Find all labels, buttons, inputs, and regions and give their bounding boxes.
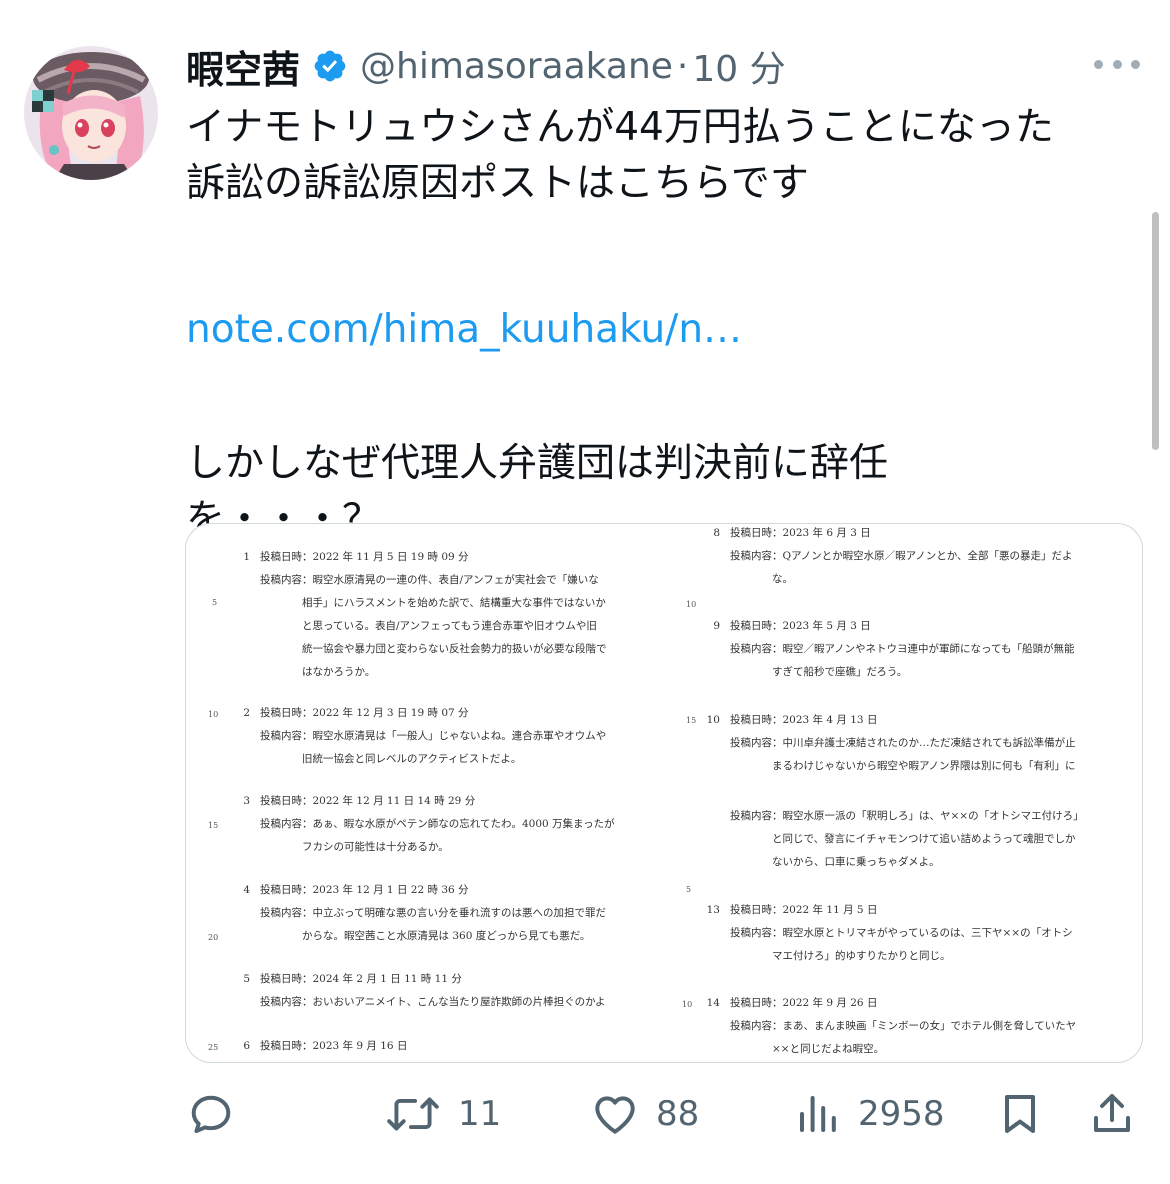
reply-button[interactable]	[186, 1082, 252, 1146]
bookmark-icon	[1005, 1095, 1035, 1133]
tweet-header: 暇空茜 @himasoraakane · 10 分	[186, 40, 786, 92]
tweet-action-bar: 11 88 2958	[0, 1082, 1170, 1146]
retweet-icon	[387, 1097, 439, 1131]
post-time[interactable]: 10 分	[692, 40, 785, 92]
tweet-text: イナモトリュウシさんが44万円払うことになった 訴訟の訴訟原因ポストはこちらです…	[186, 100, 1146, 548]
header-separator: ·	[676, 45, 689, 87]
document-line-number: 5	[212, 598, 218, 607]
tweet-text-line: 訴訟の訴訟原因ポストはこちらです	[186, 161, 809, 206]
views-chart-icon	[800, 1096, 836, 1132]
document-line-number: 20	[208, 933, 219, 942]
more-options-icon[interactable]	[1094, 56, 1140, 72]
like-count: 88	[656, 1094, 700, 1134]
tweet-text-line: イナモトリュウシさんが44万円払うことになった	[186, 105, 1054, 150]
avatar-illustration	[24, 46, 158, 180]
heart-icon	[595, 1096, 635, 1134]
tweet-text-line	[186, 212, 1146, 268]
scrollbar[interactable]	[1152, 212, 1159, 450]
author-avatar[interactable]	[24, 46, 158, 180]
share-icon	[1094, 1094, 1130, 1132]
document-line-number: 15	[686, 716, 697, 725]
author-name[interactable]: 暇空茜	[186, 39, 300, 94]
views-button[interactable]: 2958	[794, 1082, 945, 1146]
verified-badge-icon	[312, 48, 348, 84]
retweet-button[interactable]: 11	[384, 1082, 501, 1146]
share-button[interactable]	[1088, 1082, 1136, 1146]
tweet-text-line: しかしなぜ代理人弁護団は判決前に辞任	[186, 441, 889, 486]
bookmark-button[interactable]	[996, 1082, 1044, 1146]
like-button[interactable]: 88	[590, 1082, 699, 1146]
note-link[interactable]: note.com/hima_kuuhaku/n…	[186, 302, 1146, 358]
document-line-number: 25	[208, 1043, 219, 1052]
views-count: 2958	[858, 1094, 945, 1134]
tweet-text-line	[186, 358, 1146, 414]
retweet-count: 11	[458, 1094, 502, 1134]
author-handle[interactable]: @himasoraakane	[360, 46, 673, 87]
document-line-number: 10	[682, 1000, 693, 1009]
reply-icon	[191, 1095, 231, 1134]
document-line-number: 10	[686, 600, 697, 609]
attached-document-image[interactable]: 1 投稿日時：2022 年 11 月 5 日 19 時 09 分 投稿内容：暇空…	[185, 523, 1143, 1063]
document-line-number: 5	[686, 885, 692, 894]
document-line-number: 10	[208, 710, 219, 719]
document-line-number: 15	[208, 821, 219, 830]
